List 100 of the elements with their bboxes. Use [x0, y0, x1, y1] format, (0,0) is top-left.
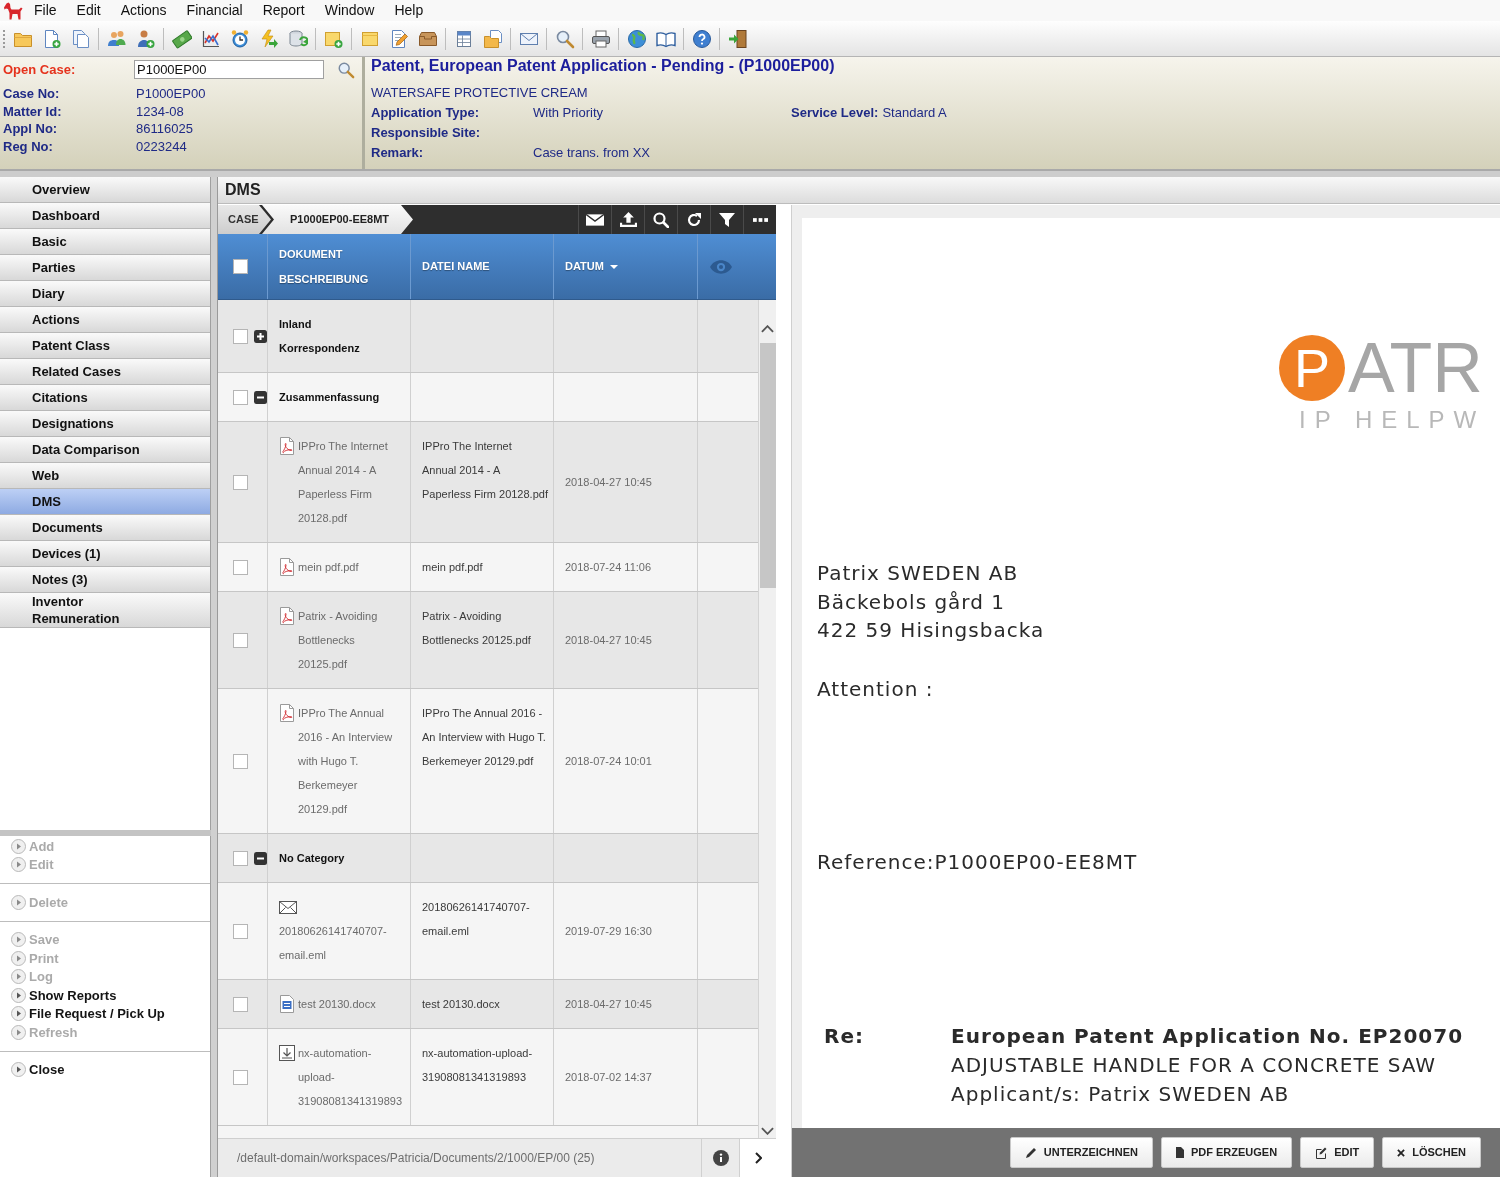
table-row[interactable]: No Category — [218, 834, 758, 883]
sidebar-item[interactable]: Overview — [0, 177, 210, 203]
create-pdf-button[interactable]: PDF ERZEUGEN — [1160, 1137, 1293, 1168]
database-refresh-icon[interactable] — [287, 28, 308, 49]
table-row[interactable]: IPPro The Annual 2016 - An Interview with Hugo T. Berkemeyer 20129.pdf IPPro The Annual 2016 - An Interview with Hugo T. Berkemeyer 20129.pdf 2018-07-24 10:01 — [218, 689, 758, 834]
delete-button[interactable]: LÖSCHEN — [1382, 1137, 1481, 1168]
action-link[interactable]: Show Reports — [0, 986, 117, 1005]
checkbox[interactable] — [233, 632, 248, 648]
sidebar-item[interactable]: Web — [0, 463, 210, 489]
add-person-icon[interactable] — [135, 28, 156, 49]
sign-button[interactable]: UNTERZEICHNEN — [1009, 1137, 1153, 1168]
sidebar-item[interactable]: DMS — [0, 489, 210, 515]
table-row[interactable]: 20180626141740707-email.eml 20180626141740707-email.eml 2019-07-29 16:30 — [218, 883, 758, 980]
folder-document-icon[interactable] — [482, 28, 503, 49]
checkbox[interactable] — [233, 996, 248, 1012]
filter-icon[interactable] — [719, 212, 735, 227]
checkbox[interactable] — [233, 923, 248, 939]
table-row[interactable]: Patrix - Avoiding Bottlenecks 20125.pdf Patrix - Avoiding Bottlenecks 20125.pdf 2018-04-27 10:45 — [218, 592, 758, 689]
column-header[interactable]: DATUM — [565, 254, 618, 279]
checkbox[interactable] — [233, 259, 248, 274]
breadcrumb-link[interactable]: P1000EP00-EE8MT — [262, 205, 413, 234]
chevron-down-icon[interactable] — [761, 1127, 774, 1135]
info-icon[interactable] — [712, 1150, 729, 1166]
menu-item[interactable]: Window — [314, 0, 385, 21]
sidebar-item[interactable]: Actions — [0, 307, 210, 333]
globe-icon[interactable] — [626, 28, 647, 49]
chevron-up-icon[interactable] — [761, 325, 774, 333]
action-link[interactable]: Close — [0, 1060, 65, 1079]
refresh-icon[interactable] — [687, 212, 701, 227]
sidebar-item[interactable]: Patent Class — [0, 333, 210, 359]
table-row[interactable]: Zusammenfassung — [218, 373, 758, 422]
menu-item[interactable]: Financial — [176, 0, 253, 21]
close-icon — [1397, 1148, 1406, 1157]
edit-button[interactable]: EDIT — [1300, 1137, 1375, 1168]
upload-icon[interactable] — [619, 212, 637, 227]
scrollbar[interactable] — [758, 300, 776, 1138]
sidebar-item[interactable]: Basic — [0, 229, 210, 255]
help-icon[interactable] — [691, 28, 712, 49]
checkbox[interactable] — [233, 474, 248, 490]
play-circle-icon — [11, 894, 26, 910]
address-line: 422 59 Hisingsbacka — [817, 617, 1045, 644]
search-icon[interactable] — [653, 211, 669, 228]
checkbox[interactable] — [233, 753, 248, 769]
sidebar-item[interactable]: Inventor Remuneration — [0, 593, 210, 628]
document-date: 2018-04-27 10:45 — [565, 632, 652, 648]
field-value: Standard A — [882, 104, 947, 123]
table-row[interactable]: IPPro The Internet Annual 2014 - A Paperless Firm 20128.pdf IPPro The Internet Annual 2014 - A Paperless Firm 20128.pdf 2018-04-27 10:45 — [218, 422, 758, 543]
checkbox[interactable] — [233, 1069, 248, 1085]
alarm-clock-icon[interactable] — [229, 28, 250, 49]
documents-icon[interactable] — [70, 28, 91, 49]
sidebar-item[interactable]: Devices (1) — [0, 541, 210, 567]
document-file-icon — [279, 995, 295, 1013]
menu-item[interactable]: Edit — [66, 0, 111, 21]
sidebar-item[interactable]: Parties — [0, 255, 210, 281]
envelope-icon[interactable] — [586, 213, 604, 226]
column-header[interactable]: DOKUMENT BESCHREIBUNG — [279, 241, 404, 292]
line-chart-icon[interactable] — [200, 28, 221, 49]
sidebar-item[interactable]: Citations — [0, 385, 210, 411]
document-description: 20180626141740707-email.eml — [279, 924, 388, 963]
people-icon[interactable] — [106, 28, 127, 49]
panel-title: DMS — [225, 180, 261, 200]
table-row[interactable]: nx-automation-upload-31908081341319893 nx-automation-upload-31908081341319893 2018-07-02 14:37 — [218, 1029, 758, 1126]
plus-icon[interactable] — [254, 329, 267, 343]
sidebar-item[interactable]: Dashboard — [0, 203, 210, 229]
table-row[interactable]: mein pdf.pdf mein pdf.pdf 2018-07-24 11:06 — [218, 543, 758, 592]
eye-icon[interactable] — [710, 259, 732, 274]
column-header[interactable]: DATEI NAME — [422, 254, 490, 279]
menu-item[interactable]: Help — [384, 0, 434, 21]
minus-icon[interactable] — [254, 390, 267, 404]
next-button[interactable] — [739, 1139, 776, 1177]
sidebar-item[interactable]: Documents — [0, 515, 210, 541]
address-line: Patrix SWEDEN AB — [817, 560, 1019, 587]
menu-item[interactable]: File — [24, 0, 67, 21]
checkbox[interactable] — [233, 850, 248, 866]
action-link[interactable]: File Request / Pick Up — [0, 1004, 165, 1023]
lightning-arrow-icon[interactable] — [258, 28, 279, 49]
minus-icon[interactable] — [254, 851, 267, 865]
category-name: No Category — [279, 851, 345, 866]
menu-item[interactable]: Actions — [110, 0, 177, 21]
printer-icon[interactable] — [590, 28, 611, 49]
sidebar-item[interactable]: Diary — [0, 281, 210, 307]
sidebar-item[interactable]: Related Cases — [0, 359, 210, 385]
sidebar-item[interactable]: Data Comparison — [0, 437, 210, 463]
exit-door-icon[interactable] — [727, 28, 748, 49]
ellipsis-icon[interactable] — [752, 217, 768, 222]
menu-item[interactable]: Report — [252, 0, 315, 21]
open-case-field[interactable]: P1000EP00 — [134, 60, 324, 79]
sidebar-item[interactable]: Designations — [0, 411, 210, 437]
caret-down-icon — [609, 264, 618, 269]
table-row[interactable]: Inland Korrespondenz — [218, 300, 758, 373]
checkbox[interactable] — [233, 559, 248, 575]
checkbox[interactable] — [233, 389, 248, 405]
field-label: Application Type: — [371, 104, 481, 123]
sidebar-item[interactable]: Notes (3) — [0, 567, 210, 593]
document-description: test 20130.docx — [298, 997, 376, 1012]
breadcrumb-link[interactable]: CASE — [218, 205, 271, 234]
checkbox[interactable] — [233, 328, 248, 344]
scrollbar-thumb[interactable] — [759, 343, 776, 588]
table-row[interactable]: test 20130.docx test 20130.docx 2018-04-27 10:45 — [218, 980, 758, 1029]
address-line: Bäckebols gård 1 — [817, 588, 1005, 616]
